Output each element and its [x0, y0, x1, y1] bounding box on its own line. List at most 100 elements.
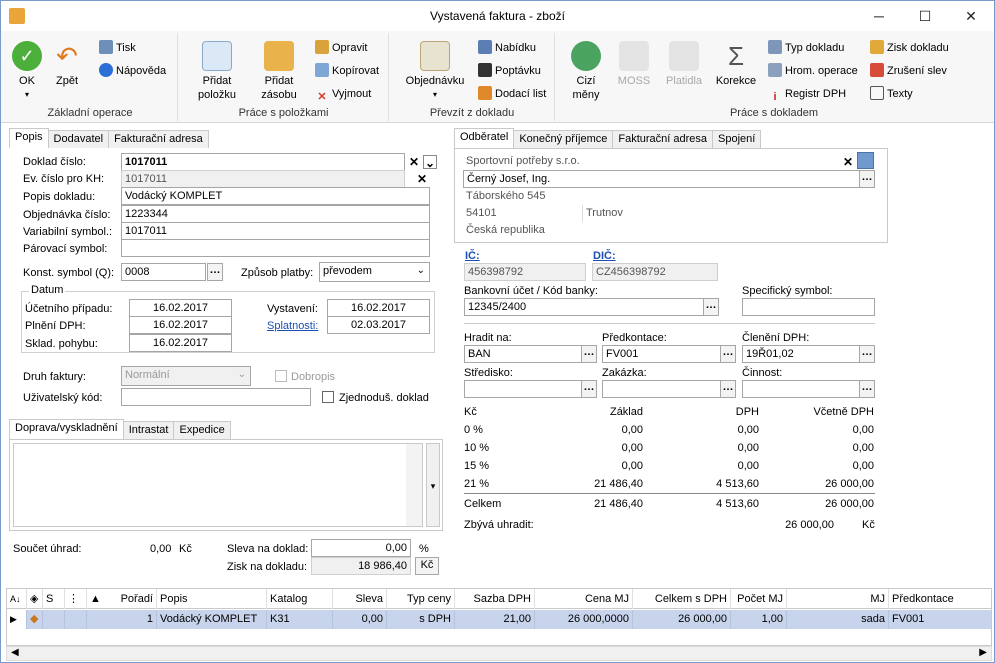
- issued-field[interactable]: 16.02.2017: [327, 299, 430, 317]
- col-katalog[interactable]: Katalog: [267, 589, 333, 609]
- due-link[interactable]: Splatnosti:: [267, 320, 318, 332]
- maximize-button[interactable]: ☐: [902, 1, 948, 31]
- cancel-discounts-button[interactable]: Zrušení slev: [870, 62, 947, 80]
- dic-field[interactable]: CZ456398792: [592, 263, 718, 281]
- precont-field[interactable]: FV001: [602, 345, 721, 363]
- credit-checkbox[interactable]: [275, 370, 287, 382]
- help-button[interactable]: Nápověda: [99, 62, 166, 80]
- textarea-scrollbar[interactable]: [406, 444, 422, 526]
- vat-date-field[interactable]: 16.02.2017: [129, 316, 232, 334]
- col-pocet-mj[interactable]: Počet MJ: [731, 589, 787, 609]
- bank-picker-button[interactable]: …: [703, 298, 719, 316]
- tab-odberatel[interactable]: Odběratel: [454, 128, 515, 149]
- edit-button[interactable]: Opravit: [315, 39, 367, 57]
- profit-button[interactable]: Zisk dokladu: [870, 39, 949, 57]
- col-typ-ceny[interactable]: Typ ceny: [387, 589, 455, 609]
- add-stock-button[interactable]: Přidat zásobu: [251, 41, 307, 102]
- ok-button[interactable]: ✓ OK ▾: [9, 41, 45, 102]
- table-row[interactable]: ▶ ◆ 1 Vodácký KOMPLET K31 0,00 s DPH 21,…: [7, 610, 991, 629]
- col-s[interactable]: S: [43, 589, 65, 609]
- tab-fakturacni-adresa[interactable]: Fakturační adresa: [108, 130, 209, 149]
- person-field[interactable]: Černý Josef, Ing.: [463, 170, 861, 188]
- ic-link[interactable]: IČ:: [465, 250, 480, 262]
- tab-konecny-prijemce[interactable]: Konečný příjemce: [513, 130, 614, 149]
- col-mj[interactable]: MJ: [787, 589, 889, 609]
- copy-button[interactable]: Kopírovat: [315, 62, 379, 80]
- payments-button[interactable]: Platidla: [660, 41, 708, 88]
- zip-field[interactable]: 54101: [463, 205, 583, 223]
- acct-date-field[interactable]: 16.02.2017: [129, 299, 232, 317]
- col-celkem-s-dph[interactable]: Celkem s DPH: [633, 589, 731, 609]
- delivery-button[interactable]: Dodací list: [478, 85, 546, 103]
- offer-button[interactable]: Nabídku: [478, 39, 536, 57]
- tab-intrastat[interactable]: Intrastat: [122, 421, 175, 440]
- center-field[interactable]: [464, 380, 582, 398]
- texts-button[interactable]: Texty: [870, 85, 913, 103]
- const-sym-picker-button[interactable]: …: [207, 263, 223, 281]
- precont-picker-button[interactable]: …: [720, 345, 736, 363]
- tab-spojeni[interactable]: Spojení: [712, 130, 762, 149]
- address-book-icon[interactable]: [857, 152, 874, 169]
- pair-sym-field[interactable]: [121, 239, 430, 257]
- orders-button[interactable]: Objednávku ▾: [398, 41, 472, 102]
- order-no-field[interactable]: 1223344: [121, 205, 430, 223]
- city-field[interactable]: Trutnov: [583, 205, 873, 223]
- col-sazba-dph[interactable]: Sazba DPH: [455, 589, 535, 609]
- moss-button[interactable]: MOSS: [612, 41, 656, 88]
- person-picker-button[interactable]: …: [859, 170, 875, 188]
- const-sym-field[interactable]: 0008: [121, 263, 206, 281]
- payment-select[interactable]: převodem ⌄: [319, 262, 430, 282]
- dic-link[interactable]: DIČ:: [593, 250, 616, 262]
- doc-no-field[interactable]: 1017011: [121, 153, 405, 171]
- simplified-checkbox[interactable]: [322, 391, 334, 403]
- scroll-right-icon[interactable]: ▶: [979, 647, 987, 658]
- country-field[interactable]: Česká republika: [463, 222, 873, 240]
- close-window-button[interactable]: ✕: [948, 1, 994, 31]
- stock-date-field[interactable]: 16.02.2017: [129, 334, 232, 352]
- ic-field[interactable]: 456398792: [464, 263, 586, 281]
- due-field[interactable]: 02.03.2017: [327, 316, 430, 334]
- activity-picker-button[interactable]: …: [859, 380, 875, 398]
- bulk-op-button[interactable]: Hrom. operace: [768, 62, 858, 80]
- chevron-down-icon[interactable]: ⌄: [423, 155, 437, 170]
- tab-dodavatel[interactable]: Dodavatel: [47, 130, 110, 149]
- vat-register-button[interactable]: i Registr DPH: [768, 85, 846, 103]
- spec-sym-field[interactable]: [742, 298, 875, 316]
- contract-field[interactable]: [602, 380, 721, 398]
- discount-field[interactable]: 0,00: [311, 539, 411, 557]
- correction-button[interactable]: Σ Korekce: [712, 41, 760, 88]
- col-cena-mj[interactable]: Cena MJ: [535, 589, 633, 609]
- doc-type-button[interactable]: Typ dokladu: [768, 39, 844, 57]
- print-button[interactable]: Tisk: [99, 39, 136, 57]
- scroll-left-icon[interactable]: ◀: [11, 647, 19, 658]
- bank-field[interactable]: 12345/2400: [464, 298, 704, 316]
- contract-picker-button[interactable]: …: [720, 380, 736, 398]
- vat-split-picker-button[interactable]: …: [859, 345, 875, 363]
- pay-to-field[interactable]: BAN: [464, 345, 582, 363]
- cut-button[interactable]: ✕ Vyjmout: [315, 85, 371, 103]
- clear-icon[interactable]: ✕: [407, 155, 421, 169]
- foreign-currency-button[interactable]: Cizí měny: [564, 41, 608, 102]
- tree-icon[interactable]: ⋮: [65, 589, 87, 609]
- desc-field[interactable]: Vodácký KOMPLET: [121, 187, 430, 205]
- tab-popis[interactable]: Popis: [9, 128, 49, 149]
- pay-to-picker-button[interactable]: …: [581, 345, 597, 363]
- inv-type-select[interactable]: Normální ⌄: [121, 366, 251, 386]
- activity-field[interactable]: [742, 380, 860, 398]
- col-predkontace[interactable]: Předkontace: [889, 589, 991, 609]
- clear-icon[interactable]: ✕: [415, 172, 429, 186]
- back-button[interactable]: ↶ Zpět: [49, 41, 85, 88]
- vat-split-field[interactable]: 19Ř01,02: [742, 345, 860, 363]
- col-poradi[interactable]: ▲ Pořadí: [87, 589, 157, 609]
- minimize-button[interactable]: ─: [856, 1, 902, 31]
- sort-icon[interactable]: A↓: [7, 589, 27, 609]
- inquiry-button[interactable]: Poptávku: [478, 62, 541, 80]
- shield-icon[interactable]: ◈: [27, 589, 43, 609]
- clear-icon[interactable]: ✕: [841, 155, 855, 169]
- horizontal-scrollbar[interactable]: ◀ ▶: [6, 646, 992, 661]
- user-code-field[interactable]: [121, 388, 311, 406]
- col-popis[interactable]: Popis: [157, 589, 267, 609]
- side-dropdown-button[interactable]: ▾: [426, 443, 440, 527]
- add-item-button[interactable]: Přidat položku: [189, 41, 245, 102]
- tab-expedice[interactable]: Expedice: [173, 421, 231, 440]
